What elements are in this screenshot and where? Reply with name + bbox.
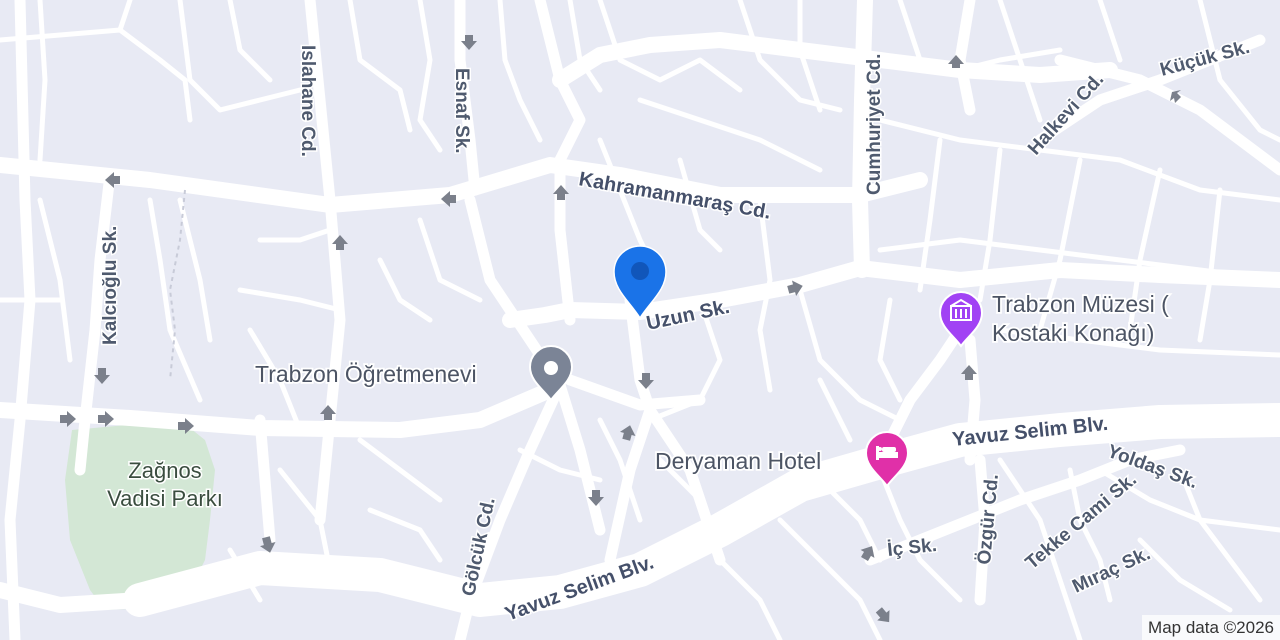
poi-label-deryaman[interactable]: Deryaman Hotel <box>653 446 823 476</box>
park-label-line1[interactable]: Zağnos <box>127 457 203 485</box>
poi-label-museum-line1[interactable]: Trabzon Müzesi ( <box>990 289 1171 319</box>
location-pin-dot <box>631 262 649 280</box>
street-label-cumhuriyet: Cumhuriyet Cd. <box>864 54 885 195</box>
map-canvas[interactable]: Islahane Cd. Esnaf Sk. Cumhuriyet Cd. Ha… <box>0 0 1280 640</box>
map-view[interactable]: Islahane Cd. Esnaf Sk. Cumhuriyet Cd. Ha… <box>0 0 1280 640</box>
poi-label-ogretmenevi[interactable]: Trabzon Öğretmenevi <box>253 359 478 389</box>
place-icon-dot <box>544 361 558 375</box>
street-label-esnaf: Esnaf Sk. <box>451 68 472 154</box>
poi-label-museum-line2[interactable]: Kostaki Konağı) <box>990 318 1156 348</box>
map-copyright: Map data ©2026 <box>1142 615 1280 640</box>
park-label-line2[interactable]: Vadisi Parkı <box>106 485 225 513</box>
street-label-islahane: Islahane Cd. <box>297 45 318 157</box>
street-label-kalcioglu: Kalcıoğlu Sk. <box>100 226 121 345</box>
